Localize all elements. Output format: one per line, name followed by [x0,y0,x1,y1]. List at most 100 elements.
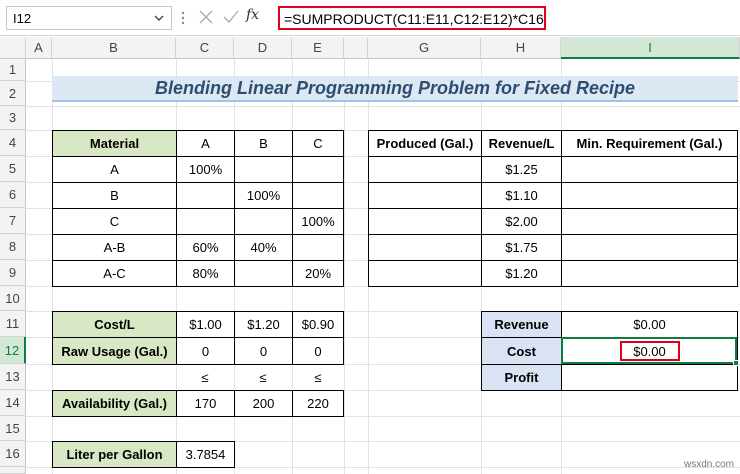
material-name[interactable]: B [52,182,177,209]
material-cell[interactable] [176,208,235,235]
formula-input[interactable]: =SUMPRODUCT(C11:E11,C12:E12)*C16 [278,6,546,30]
highlight-box [620,341,680,361]
liter-per-gallon-value[interactable]: 3.7854 [176,441,235,468]
column-header-c[interactable]: C [176,37,234,59]
material-cell[interactable]: 80% [176,260,235,287]
revenue-per-liter-cell[interactable]: $2.00 [481,208,562,235]
insert-function-icon[interactable]: fx [246,7,259,23]
revenue-per-liter-cell[interactable]: $1.10 [481,182,562,209]
material-cell[interactable] [234,260,293,287]
produced-cell[interactable] [368,260,482,287]
row-header-9[interactable]: 9 [0,260,26,286]
material-cell[interactable] [234,156,293,183]
row-header-15[interactable]: 15 [0,416,26,441]
column-header-e[interactable]: E [292,37,344,59]
cost-per-liter-label[interactable]: Cost/L [52,311,177,338]
row-header-10[interactable]: 10 [0,286,26,311]
material-col-c-header[interactable]: C [292,130,344,157]
fill-handle[interactable] [733,360,739,366]
revenue-per-liter-cell[interactable]: $1.25 [481,156,562,183]
cancel-icon[interactable] [196,7,216,27]
raw-usage-cell[interactable]: 0 [292,337,344,365]
material-name[interactable]: A-B [52,234,177,261]
availability-label[interactable]: Availability (Gal.) [52,390,177,417]
liter-per-gallon-label[interactable]: Liter per Gallon [52,441,177,468]
row-header-1[interactable]: 1 [0,59,26,81]
produced-cell[interactable] [368,234,482,261]
min-requirement-cell[interactable] [561,156,738,183]
material-cell[interactable]: 100% [234,182,293,209]
column-header-b[interactable]: B [52,37,176,59]
produced-header[interactable]: Produced (Gal.) [368,130,482,157]
column-header-g[interactable]: G [368,37,481,59]
leq-sign[interactable]: ≤ [234,364,292,390]
produced-cell[interactable] [368,208,482,235]
material-cell[interactable] [292,234,344,261]
row-header-11[interactable]: 11 [0,311,26,337]
row-header-6[interactable]: 6 [0,182,26,208]
min-requirement-cell[interactable] [561,260,738,287]
row-header-4[interactable]: 4 [0,130,26,156]
raw-usage-cell[interactable]: 0 [234,337,293,365]
material-cell[interactable]: 60% [176,234,235,261]
material-name[interactable]: C [52,208,177,235]
row-header-14[interactable]: 14 [0,390,26,416]
material-cell[interactable] [234,208,293,235]
revenue-per-liter-cell[interactable]: $1.20 [481,260,562,287]
profit-label[interactable]: Profit [481,364,562,391]
material-cell[interactable] [292,156,344,183]
material-cell[interactable]: 100% [292,208,344,235]
row-header-13[interactable]: 13 [0,364,26,390]
row-header-5[interactable]: 5 [0,156,26,182]
column-header-f[interactable] [344,37,368,59]
row-header-7[interactable]: 7 [0,208,26,234]
row-header-3[interactable]: 3 [0,106,26,130]
revenue-per-liter-cell[interactable]: $1.75 [481,234,562,261]
select-all-corner[interactable] [0,37,26,59]
row-header-17[interactable]: 17 [0,467,26,474]
column-header-d[interactable]: D [234,37,292,59]
leq-sign[interactable]: ≤ [176,364,234,390]
column-header-a[interactable]: A [26,37,52,59]
min-requirement-cell[interactable] [561,234,738,261]
cost-cell[interactable]: $0.90 [292,311,344,338]
row-header-8[interactable]: 8 [0,234,26,260]
material-cell[interactable]: 20% [292,260,344,287]
raw-usage-cell[interactable]: 0 [176,337,235,365]
revenue-label[interactable]: Revenue [481,311,562,338]
leq-sign[interactable]: ≤ [292,364,344,390]
row-header-2[interactable]: 2 [0,81,26,106]
min-requirement-header[interactable]: Min. Requirement (Gal.) [561,130,738,157]
column-header-h[interactable]: H [481,37,561,59]
name-box[interactable]: I12 [6,6,172,30]
availability-cell[interactable]: 220 [292,390,344,417]
material-name[interactable]: A-C [52,260,177,287]
min-requirement-cell[interactable] [561,208,738,235]
produced-cell[interactable] [368,182,482,209]
material-name[interactable]: A [52,156,177,183]
min-requirement-cell[interactable] [561,182,738,209]
material-header[interactable]: Material [52,130,177,157]
revenue-value[interactable]: $0.00 [561,311,738,338]
produced-cell[interactable] [368,156,482,183]
material-cell[interactable]: 40% [234,234,293,261]
column-header-i[interactable]: I [561,37,740,59]
revenue-per-liter-header[interactable]: Revenue/L [481,130,562,157]
row-header-16[interactable]: 16 [0,441,26,467]
cost-label[interactable]: Cost [481,337,562,365]
material-cell[interactable]: 100% [176,156,235,183]
material-col-a-header[interactable]: A [176,130,235,157]
availability-cell[interactable]: 170 [176,390,235,417]
enter-check-icon[interactable] [221,7,241,27]
availability-cell[interactable]: 200 [234,390,293,417]
material-cell[interactable] [292,182,344,209]
material-cell[interactable] [176,182,235,209]
raw-usage-label[interactable]: Raw Usage (Gal.) [52,337,177,365]
profit-value[interactable] [561,364,738,391]
cost-cell[interactable]: $1.00 [176,311,235,338]
material-col-b-header[interactable]: B [234,130,293,157]
chevron-down-icon[interactable] [153,11,165,25]
sheet-title[interactable]: Blending Linear Programming Problem for … [52,76,738,102]
row-header-12[interactable]: 12 [0,337,26,364]
cost-cell[interactable]: $1.20 [234,311,293,338]
